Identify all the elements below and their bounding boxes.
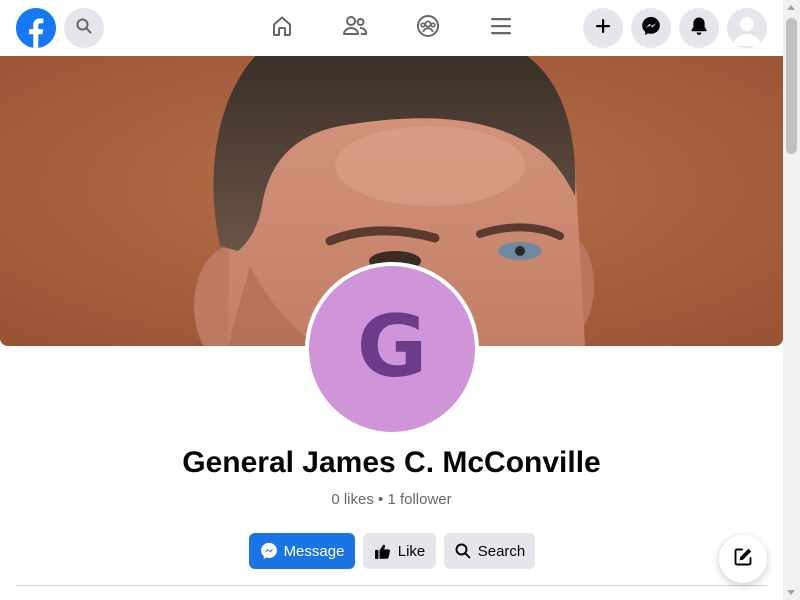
compose-edit-icon [733, 547, 753, 572]
search-icon [76, 18, 92, 39]
page-stats[interactable]: 0 likes • 1 follower [0, 491, 783, 508]
notifications-bell-icon [690, 16, 708, 41]
account-profile-button[interactable] [727, 8, 767, 48]
avatar-letter: G [356, 297, 428, 397]
scrollbar-thumb[interactable] [786, 18, 797, 154]
profile-avatar-icon [727, 8, 767, 48]
nav-menu-tab[interactable] [485, 12, 517, 44]
avatar: G [309, 266, 475, 432]
nav-groups-tab[interactable] [412, 12, 444, 44]
groups-icon [416, 14, 440, 43]
nav-friends-tab[interactable] [339, 12, 371, 44]
notifications-button[interactable] [679, 8, 719, 48]
search-icon [454, 542, 472, 560]
compose-message-button[interactable] [719, 535, 767, 583]
search-button-label: Search [477, 542, 526, 560]
like-button[interactable]: Like [363, 533, 436, 569]
create-plus-icon [595, 18, 611, 39]
message-button-label: Message [283, 542, 345, 560]
scroll-up-arrow-icon[interactable] [787, 5, 795, 10]
messenger-button[interactable] [631, 8, 671, 48]
page-title: General James C. McConville [182, 446, 601, 479]
messenger-icon [641, 16, 661, 41]
like-button-label: Like [397, 542, 426, 560]
messenger-icon [260, 542, 278, 560]
page-profile-picture[interactable]: G [305, 262, 479, 436]
thumbs-up-icon [374, 542, 392, 560]
nav-home-tab[interactable] [266, 12, 298, 44]
menu-icon [490, 16, 512, 41]
top-navigation-bar [0, 0, 783, 56]
search-button[interactable] [64, 8, 104, 48]
create-button[interactable] [583, 8, 623, 48]
section-divider [16, 585, 767, 586]
page-search-button[interactable]: Search [444, 533, 535, 569]
scroll-down-arrow-icon[interactable] [787, 590, 795, 595]
page-scrollbar[interactable] [783, 0, 800, 600]
home-icon [270, 14, 294, 43]
message-button[interactable]: Message [249, 533, 355, 569]
friends-icon [342, 14, 368, 43]
facebook-logo-icon[interactable] [16, 8, 56, 48]
